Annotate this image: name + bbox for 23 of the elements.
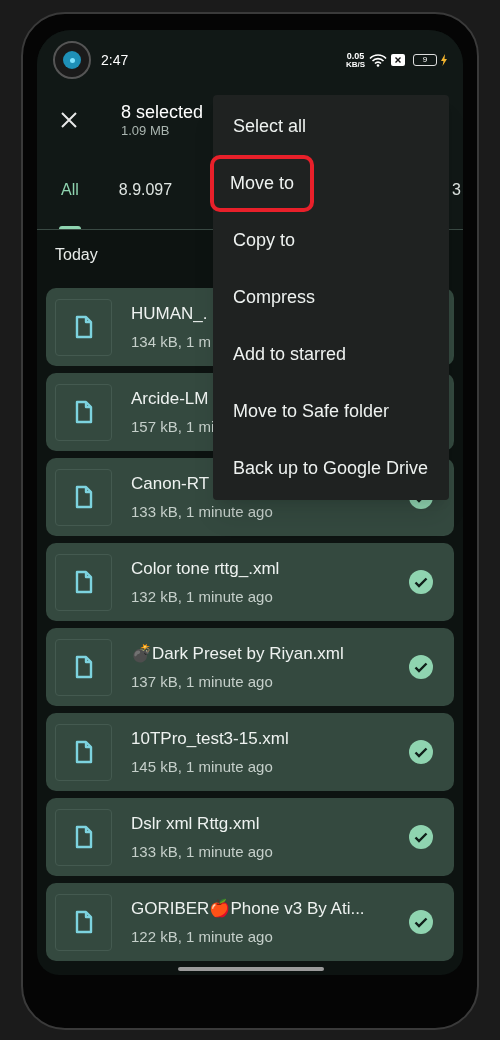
- file-details: 132 kB, 1 minute ago: [131, 586, 274, 607]
- file-name: 10TPro_test3-15.xml: [131, 728, 289, 750]
- file-name: Color tone rttg_.xml: [131, 558, 280, 580]
- file-details: 145 kB, 1 minute ago: [131, 756, 274, 777]
- file-details: 122 kB, 1 minute ago: [131, 926, 274, 947]
- file-name: 💣Dark Preset by Riyan.xml: [131, 643, 344, 665]
- file-name: Arcide-LM: [131, 388, 210, 410]
- file-name: GORIBER🍎Phone v3 By Ati...: [131, 897, 365, 920]
- file-details: 137 kB, 1 minute ago: [131, 671, 274, 692]
- speed-unit: KB/S: [345, 60, 365, 69]
- file-details: 134 kB, 1 m: [131, 331, 212, 352]
- network-speed: 0.05: [346, 51, 365, 61]
- selection-count: 8 selected: [121, 100, 204, 124]
- file-name: HUMAN_.: [131, 303, 209, 325]
- battery-level: 9: [422, 56, 428, 64]
- file-name: Dslr xml Rttg.xml: [131, 813, 261, 835]
- file-details: 157 kB, 1 mi: [131, 416, 215, 437]
- section-heading: Today: [55, 245, 98, 265]
- file-name: Canon-RT: [131, 473, 211, 495]
- selection-size: 1.09 MB: [121, 123, 171, 140]
- file-details: 133 kB, 1 minute ago: [131, 841, 273, 862]
- clock-time: 2:47: [101, 50, 129, 70]
- file-details: 133 kB, 1 minute ago: [131, 501, 273, 522]
